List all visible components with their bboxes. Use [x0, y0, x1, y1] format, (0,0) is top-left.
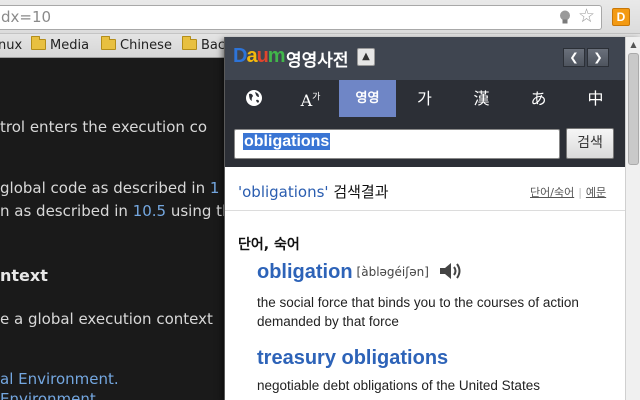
entry-definition: negotiable debt obligations of the Unite…: [257, 378, 540, 393]
dictionary-title: 영영사전: [286, 51, 349, 71]
prev-button[interactable]: ❮: [563, 48, 585, 67]
dictionary-tabs: A가 영영 가 漢 あ 中: [225, 80, 625, 117]
result-title: 'obligations' 검색결과: [238, 183, 389, 201]
entry-word: treasury obligations: [257, 347, 448, 370]
popup-header: Daum 영영사전 ▲ ❮ ❯: [225, 37, 625, 80]
tab-japanese[interactable]: あ: [510, 80, 567, 117]
entry-pronunciation: [àbləgéiʃən]: [356, 265, 429, 279]
tab-english-english[interactable]: 영영: [339, 80, 396, 117]
entry-definition: the social force that binds you to the c…: [257, 295, 579, 329]
bookmark-folder-media[interactable]: Media: [31, 36, 89, 55]
tab-font[interactable]: A가: [282, 80, 339, 117]
page-heading: ntext: [0, 266, 48, 285]
link-words-idioms[interactable]: 단어/숙어: [530, 186, 574, 199]
search-area: obligations 검색: [225, 117, 625, 167]
page-link[interactable]: 10.5: [133, 202, 166, 220]
scrollbar[interactable]: ▲: [625, 37, 640, 400]
bookmark-folder-bac[interactable]: Bac: [182, 36, 225, 55]
next-button[interactable]: ❯: [587, 48, 609, 67]
tab-globe[interactable]: [225, 80, 282, 117]
chevron-left-icon: ❮: [569, 51, 579, 64]
daum-dictionary-extension-button[interactable]: D: [612, 8, 630, 26]
page-text-line: n as described in 10.5 using th: [0, 202, 232, 220]
speaker-icon[interactable]: [438, 261, 464, 281]
result-header: 'obligations' 검색결과 단어/숙어 | 예문: [225, 167, 625, 211]
section-title: 단어, 숙어: [238, 237, 300, 253]
bookmark-folder-chinese[interactable]: Chinese: [101, 36, 172, 55]
folder-icon: [182, 36, 197, 50]
font-icon: A가: [300, 91, 321, 111]
tab-hanja[interactable]: 漢: [453, 80, 510, 117]
bookmark-star-icon[interactable]: ☆: [578, 6, 595, 26]
search-button[interactable]: 검색: [566, 128, 614, 159]
page-link[interactable]: 1: [210, 179, 220, 197]
folder-icon: [31, 36, 46, 50]
tab-korean[interactable]: 가: [396, 80, 453, 117]
lightbulb-icon[interactable]: [557, 9, 573, 25]
page-text-line: e a global execution context: [0, 310, 213, 328]
page-link[interactable]: Environment: [0, 390, 96, 400]
page-text-line: global code as described in 1: [0, 179, 220, 197]
folder-icon: [101, 36, 116, 50]
daum-logo: Daum: [233, 45, 286, 67]
result-links: 단어/숙어 | 예문: [530, 186, 607, 199]
bookmark-item[interactable]: nux: [0, 37, 22, 55]
chevron-up-icon[interactable]: ▲: [357, 48, 375, 66]
dictionary-popup: Daum 영영사전 ▲ ❮ ❯ A가 영영 가 漢 あ 中 obligation…: [224, 37, 640, 400]
entry-word-link[interactable]: treasury obligations: [257, 347, 448, 369]
entry-word: obligation [àbləgéiʃən]: [257, 261, 464, 284]
browser-toolbar: dx=10 ☆ D: [0, 0, 640, 34]
scroll-up-icon[interactable]: ▲: [626, 37, 640, 52]
page-link[interactable]: al Environment.: [0, 370, 119, 388]
entry-word-link[interactable]: obligation: [257, 261, 353, 283]
link-examples[interactable]: 예문: [586, 186, 606, 199]
tab-chinese[interactable]: 中: [567, 80, 624, 117]
globe-icon: [245, 90, 262, 106]
scroll-thumb[interactable]: [628, 53, 639, 165]
address-bar[interactable]: dx=10: [0, 5, 602, 30]
page-text-line: trol enters the execution co: [0, 118, 208, 136]
search-input[interactable]: obligations: [234, 129, 560, 159]
chevron-right-icon: ❯: [593, 51, 603, 64]
